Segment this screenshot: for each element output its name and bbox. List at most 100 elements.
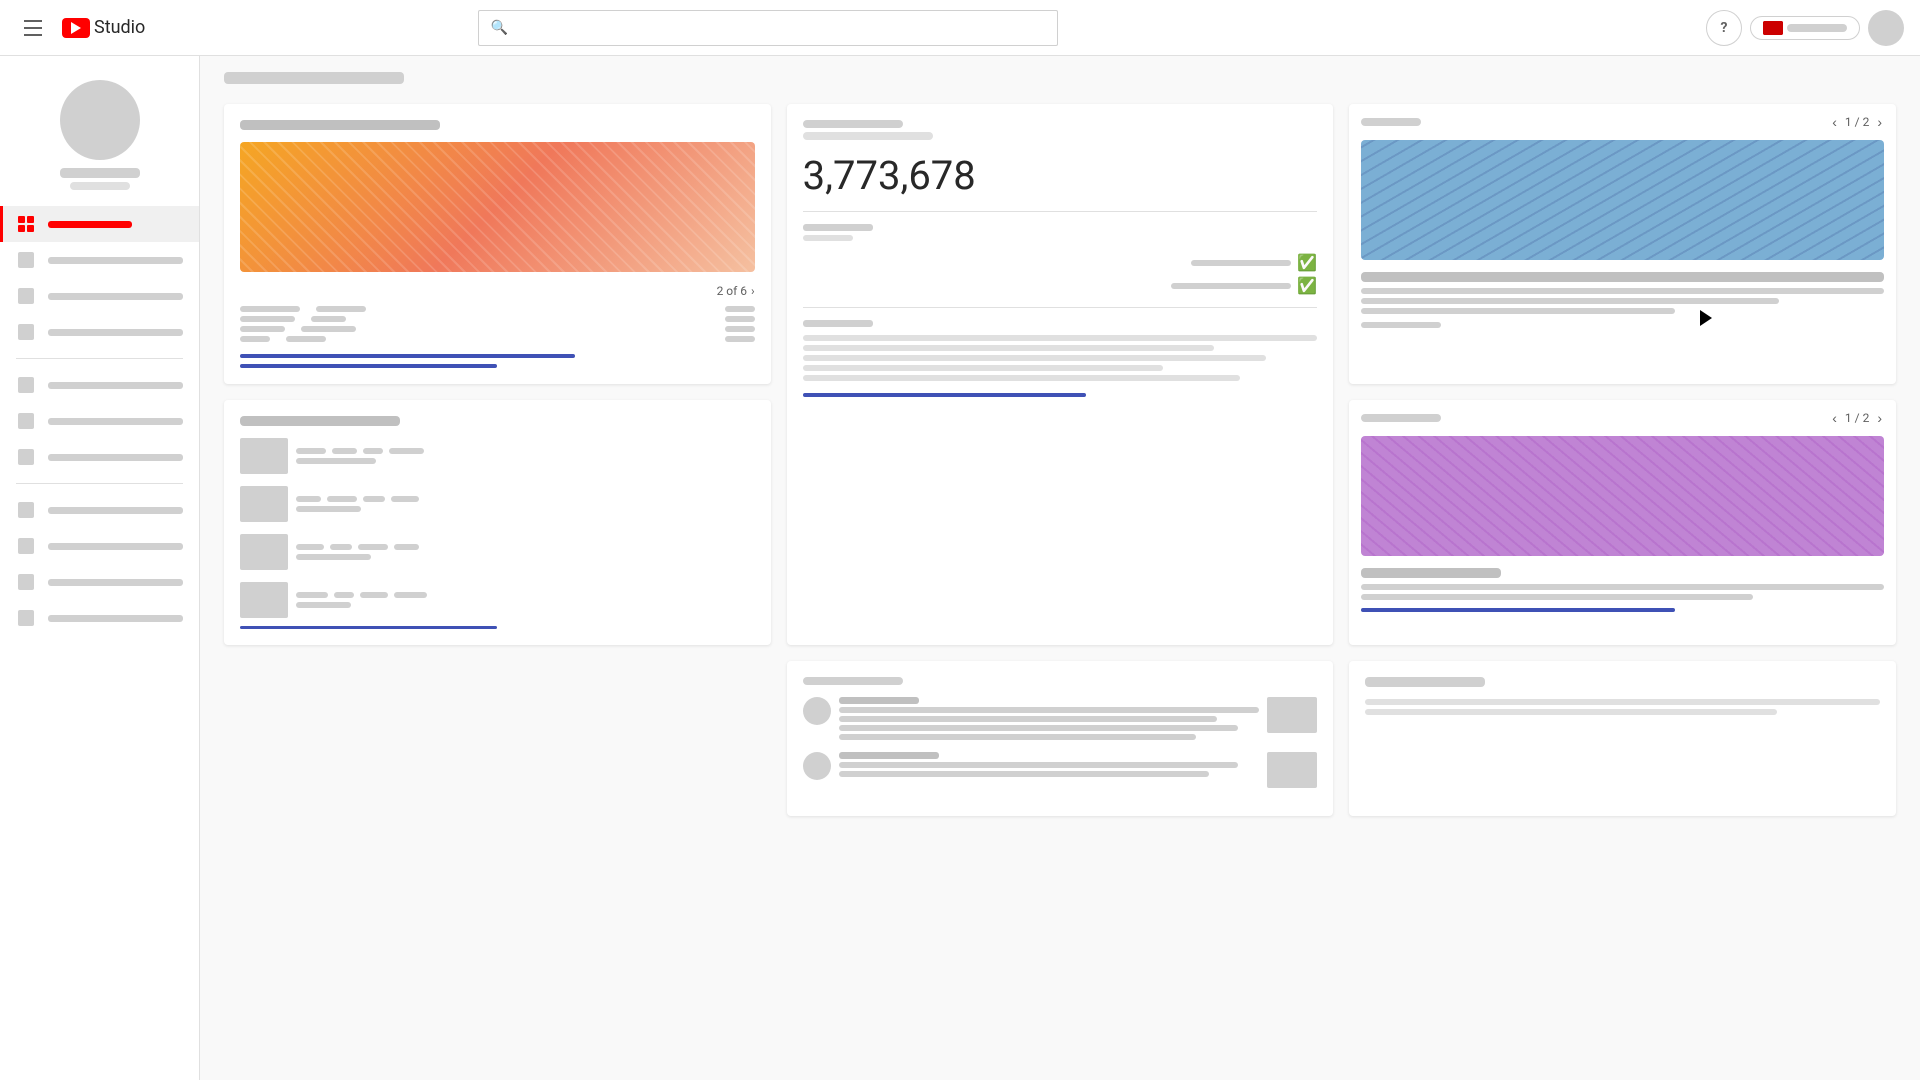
sidebar-item-5[interactable]: [0, 367, 199, 403]
stat-value-1: [316, 306, 366, 312]
card-top-right: ‹ 1 / 2 ›: [1349, 104, 1896, 384]
card5-title: [240, 416, 400, 426]
card6-prog-bar: [1361, 608, 1675, 612]
sidebar-item-7[interactable]: [0, 439, 199, 475]
sidebar-item-6[interactable]: [0, 403, 199, 439]
card4-bar-3: [803, 355, 1266, 361]
card3-nav: ‹ 1 / 2 ›: [1349, 104, 1896, 140]
card7-thumb-1: [1267, 697, 1317, 733]
card3-label: [1361, 118, 1421, 126]
sidebar-icon-5: [16, 375, 36, 395]
card3-sub-bar-1: [1361, 288, 1884, 294]
card-bottom-right-2: [1349, 661, 1896, 816]
check-bar-1: [1191, 260, 1291, 266]
card4-bar-4: [803, 365, 1163, 371]
card1-stats: [240, 306, 755, 342]
card3-thumbnail: [1361, 140, 1884, 260]
sidebar-profile: [0, 72, 199, 206]
check-icon-2: ✅: [1297, 276, 1317, 295]
sidebar-item-dashboard[interactable]: [0, 206, 199, 242]
sidebar-item-2[interactable]: [0, 242, 199, 278]
card5-progress: [240, 626, 755, 629]
card5-bar-views-3: [296, 544, 324, 550]
card6-sub-bars: [1361, 584, 1884, 600]
stat-num-3: [725, 326, 755, 332]
sidebar-divider-2: [16, 483, 183, 484]
sidebar-icon-2: [16, 250, 36, 270]
sidebar-icon-6: [16, 411, 36, 431]
card4-check-row-2: ✅: [803, 276, 1318, 295]
sidebar-item-11[interactable]: [0, 600, 199, 636]
card6-next-button[interactable]: ›: [1875, 408, 1884, 428]
card5-bar-comments-1: [363, 448, 383, 454]
sidebar-item-label-4: [48, 329, 183, 336]
card3-sub-bar-2: [1361, 298, 1779, 304]
card6-title-bar: [1361, 568, 1501, 578]
card1-next-icon[interactable]: ›: [751, 284, 755, 298]
menu-button[interactable]: [16, 12, 50, 44]
card6-prev-button[interactable]: ‹: [1830, 408, 1839, 428]
card5-bar-likes-2: [327, 496, 357, 502]
card4-check-row-1: ✅: [803, 253, 1318, 272]
card3-pagination: ‹ 1 / 2 ›: [1830, 112, 1884, 132]
card4-sublabel: [803, 132, 933, 140]
card3-note-bar: [1361, 322, 1441, 328]
card4-progress: [803, 393, 1318, 397]
card7-content-1: [839, 697, 1260, 740]
profile-subtitle: [70, 182, 130, 190]
card5-info-4: [296, 592, 755, 608]
card3-title-bar: [1361, 272, 1884, 282]
card4-stat-sub-1: [803, 235, 853, 241]
check-icon-1: ✅: [1297, 253, 1317, 272]
card1-pagination-text: 2 of 6: [717, 284, 747, 298]
card3-body: [1349, 272, 1896, 340]
header: Studio 🔍 ?: [0, 0, 1920, 56]
sidebar-item-label-9: [48, 543, 183, 550]
card8-bar-1: [1365, 699, 1880, 705]
help-button[interactable]: ?: [1706, 10, 1742, 46]
stat-row-1: [240, 306, 755, 312]
sidebar-item-3[interactable]: [0, 278, 199, 314]
card5-thumb-3: [240, 534, 288, 570]
card5-bar-subs-4: [394, 592, 427, 598]
card6-nav: ‹ 1 / 2 ›: [1349, 400, 1896, 436]
search-input[interactable]: [516, 20, 1045, 36]
stat-value-3: [301, 326, 356, 332]
sidebar-item-8[interactable]: [0, 492, 199, 528]
card7-text-2b: [839, 771, 1209, 777]
sidebar-item-10[interactable]: [0, 564, 199, 600]
card4-bars-group: [803, 335, 1318, 381]
sidebar-item-9[interactable]: [0, 528, 199, 564]
stat-value-4: [286, 336, 326, 342]
card6-sub-bar-2: [1361, 594, 1753, 600]
card6-label: [1361, 414, 1441, 422]
card5-info-bars-2: [296, 496, 755, 502]
sidebar-icon-7: [16, 447, 36, 467]
card3-sub-bars: [1361, 288, 1884, 314]
account-name-bar: [1787, 24, 1847, 32]
search-bar[interactable]: 🔍: [478, 10, 1058, 46]
card3-prev-button[interactable]: ‹: [1830, 112, 1839, 132]
card5-info-bars-3: [296, 544, 755, 550]
card7-text-1c: [839, 725, 1239, 731]
card4-label: [803, 120, 903, 128]
card1-pagination: 2 of 6 ›: [240, 284, 755, 298]
card5-bar-comments-3: [358, 544, 388, 550]
flag-icon: [1763, 21, 1783, 35]
account-switcher[interactable]: [1750, 16, 1860, 40]
user-avatar[interactable]: [1868, 10, 1904, 46]
card5-title-bar-1: [296, 458, 376, 464]
card5-thumb-1: [240, 438, 288, 474]
sidebar-item-4[interactable]: [0, 314, 199, 350]
header-left: Studio: [16, 12, 145, 44]
card7-title: [803, 677, 903, 685]
sidebar-divider-1: [16, 358, 183, 359]
sidebar-icon-3: [16, 286, 36, 306]
card3-next-button[interactable]: ›: [1875, 112, 1884, 132]
card1-progress: [240, 354, 755, 368]
youtube-logo: Studio: [62, 17, 145, 38]
card4-big-number: 3,773,678: [803, 152, 1318, 199]
card5-title-bar-4: [296, 602, 351, 608]
card7-name-1: [839, 697, 919, 704]
card6-sub-bar-1: [1361, 584, 1884, 590]
